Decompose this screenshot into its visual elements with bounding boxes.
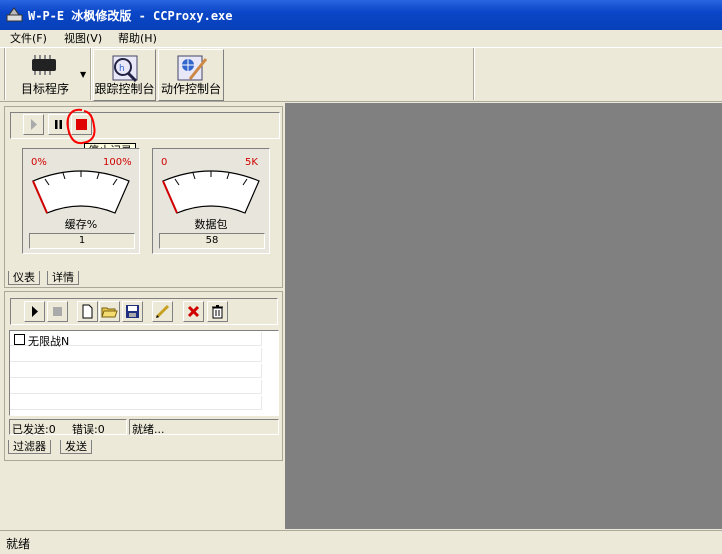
action-console-icon (177, 55, 208, 81)
status-bar: 就绪 (0, 530, 722, 554)
list-row-empty (10, 348, 262, 362)
action-console-button[interactable]: 动作控制台 (158, 49, 224, 101)
save-icon (126, 305, 139, 318)
packet-gauge-min: 0 (161, 157, 168, 168)
open-folder-icon (101, 307, 118, 318)
tab-gauges[interactable]: 仪表 (8, 271, 40, 285)
filter-status-counts: 已发送:0 错误:0 (9, 419, 127, 436)
filter-state-text: 就绪... (132, 423, 165, 436)
edit-filter-button[interactable] (152, 301, 173, 322)
dropdown-arrow-icon[interactable]: ▼ (80, 70, 86, 79)
list-row-empty (10, 396, 262, 410)
play-icon (31, 119, 37, 130)
menu-file[interactable]: 文件(F) (8, 31, 49, 47)
clear-filters-button[interactable] (207, 301, 228, 322)
delete-filter-button[interactable] (183, 301, 204, 322)
packet-gauge: 0 5K 数据包 58 (152, 148, 270, 254)
menu-view[interactable]: 视图(V) (62, 31, 104, 47)
delete-icon (187, 305, 200, 318)
buffer-gauge-min: 0% (31, 157, 47, 168)
stop-icon (53, 307, 62, 316)
buffer-gauge-label: 缓存% (64, 218, 98, 231)
new-filter-button[interactable] (77, 301, 98, 322)
app-icon (6, 7, 23, 22)
svg-text:h: h (119, 64, 125, 74)
start-record-button[interactable] (23, 114, 44, 135)
save-filter-button[interactable] (122, 301, 143, 322)
buffer-gauge-dial (32, 170, 130, 214)
run-filter-button[interactable] (24, 301, 45, 322)
trace-console-button[interactable]: h 跟踪控制台 (93, 49, 156, 101)
workspace-area (285, 103, 722, 529)
filter-status-state: 就绪... (129, 419, 279, 436)
action-console-label: 动作控制台 (160, 82, 221, 96)
list-row-empty (10, 364, 262, 378)
buffer-gauge-max: 100% (103, 157, 132, 168)
tab-send[interactable]: 发送 (60, 440, 92, 454)
target-program-button[interactable]: 目标程序 (12, 48, 78, 100)
toolbar-separator (473, 48, 475, 100)
menu-bar (0, 30, 722, 47)
packet-gauge-max: 5K (245, 157, 258, 168)
filter-list[interactable]: 无限战N (9, 330, 279, 416)
trace-console-label: 跟踪控制台 (94, 82, 155, 96)
buffer-gauge: 0% 100% 缓存% 1 (22, 148, 140, 254)
pencil-icon (155, 304, 170, 319)
error-count: 错误:0 (72, 423, 105, 436)
packet-gauge-value: 58 (159, 233, 265, 249)
packet-gauge-label: 数据包 (194, 218, 228, 231)
open-filter-button[interactable] (99, 301, 120, 322)
toolbar-separator (90, 48, 92, 100)
status-text: 就绪 (6, 537, 31, 551)
list-item-checkbox[interactable] (14, 334, 25, 345)
sent-count: 已发送:0 (12, 423, 56, 436)
list-item[interactable]: 无限战N (10, 332, 262, 348)
window-title: W-P-E 冰枫修改版 - CCProxy.exe (28, 9, 233, 23)
tab-details[interactable]: 详情 (47, 271, 79, 285)
trace-console-icon: h (112, 55, 138, 83)
chip-icon (32, 55, 56, 75)
trash-icon (212, 305, 223, 319)
buffer-gauge-value: 1 (29, 233, 135, 249)
toolbar-grip (4, 48, 6, 100)
list-row-empty (10, 380, 262, 394)
new-file-icon (82, 304, 93, 319)
tab-filters[interactable]: 过滤器 (8, 440, 51, 454)
stop-filter-button[interactable] (47, 301, 68, 322)
target-program-label: 目标程序 (20, 82, 69, 96)
play-icon (32, 306, 38, 317)
menu-help[interactable]: 帮助(H) (116, 31, 159, 47)
packet-gauge-dial (162, 170, 260, 214)
list-item-label: 无限战N (28, 335, 70, 348)
